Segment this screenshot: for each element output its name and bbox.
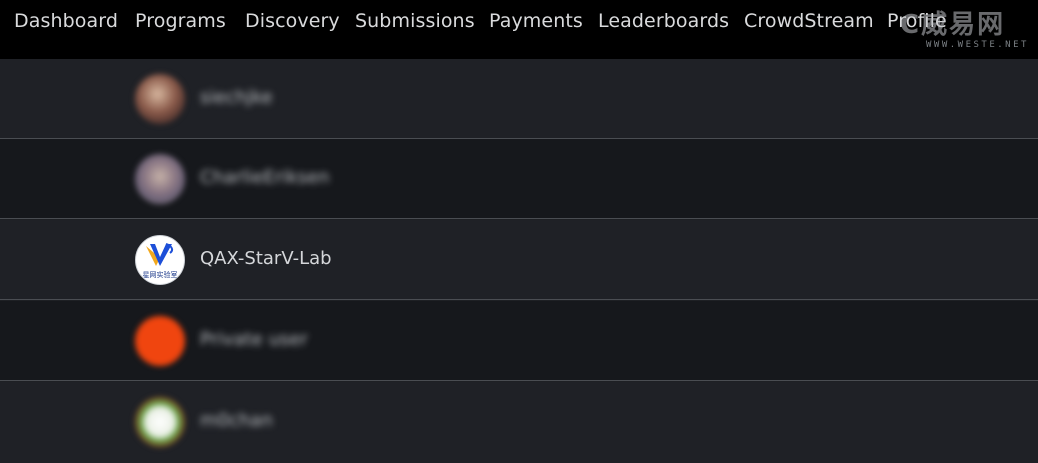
nav-item-discovery[interactable]: Discovery <box>245 10 340 32</box>
nav-item-payments[interactable]: Payments <box>489 10 583 32</box>
watermark-url: WWW.WESTE.NET <box>926 40 1029 50</box>
username-link[interactable]: CharlieEriksen <box>200 167 330 188</box>
logo-caption: 星网实验室 <box>143 270 178 279</box>
nav-item-leaderboards[interactable]: Leaderboards <box>598 10 729 32</box>
username-link[interactable]: QAX-StarV-Lab <box>200 248 332 269</box>
leaderboard-row[interactable]: 星网实验室 QAX-StarV-Lab <box>0 220 1038 300</box>
nav-item-dashboard[interactable]: Dashboard <box>14 10 118 32</box>
starv-lab-logo-icon[interactable]: 星网实验室 <box>135 235 185 285</box>
leaderboard-row[interactable]: Private user <box>0 301 1038 381</box>
user-photo-icon[interactable] <box>135 154 185 204</box>
site-watermark: C威易网 WWW.WESTE.NET <box>900 4 1030 54</box>
user-photo-icon[interactable] <box>135 397 185 447</box>
private-user-icon[interactable] <box>135 316 185 366</box>
nav-item-submissions[interactable]: Submissions <box>355 10 475 32</box>
nav-item-programs[interactable]: Programs <box>135 10 226 32</box>
leaderboard-row[interactable]: m0chan <box>0 382 1038 463</box>
username-link[interactable]: siechjke <box>200 87 273 108</box>
username-link[interactable]: m0chan <box>200 410 273 431</box>
watermark-logo: C威易网 <box>900 10 1006 40</box>
leaderboard-row[interactable]: siechjke <box>0 59 1038 139</box>
username-link[interactable]: Private user <box>200 329 308 350</box>
user-photo-icon[interactable] <box>135 74 185 124</box>
leaderboard-row[interactable]: CharlieEriksen <box>0 139 1038 219</box>
starv-lab-logo-graphic: 星网实验室 <box>143 243 178 279</box>
top-navigation-bar: Dashboard Programs Discovery Submissions… <box>0 0 1038 60</box>
nav-item-crowdstream[interactable]: CrowdStream <box>744 10 874 32</box>
